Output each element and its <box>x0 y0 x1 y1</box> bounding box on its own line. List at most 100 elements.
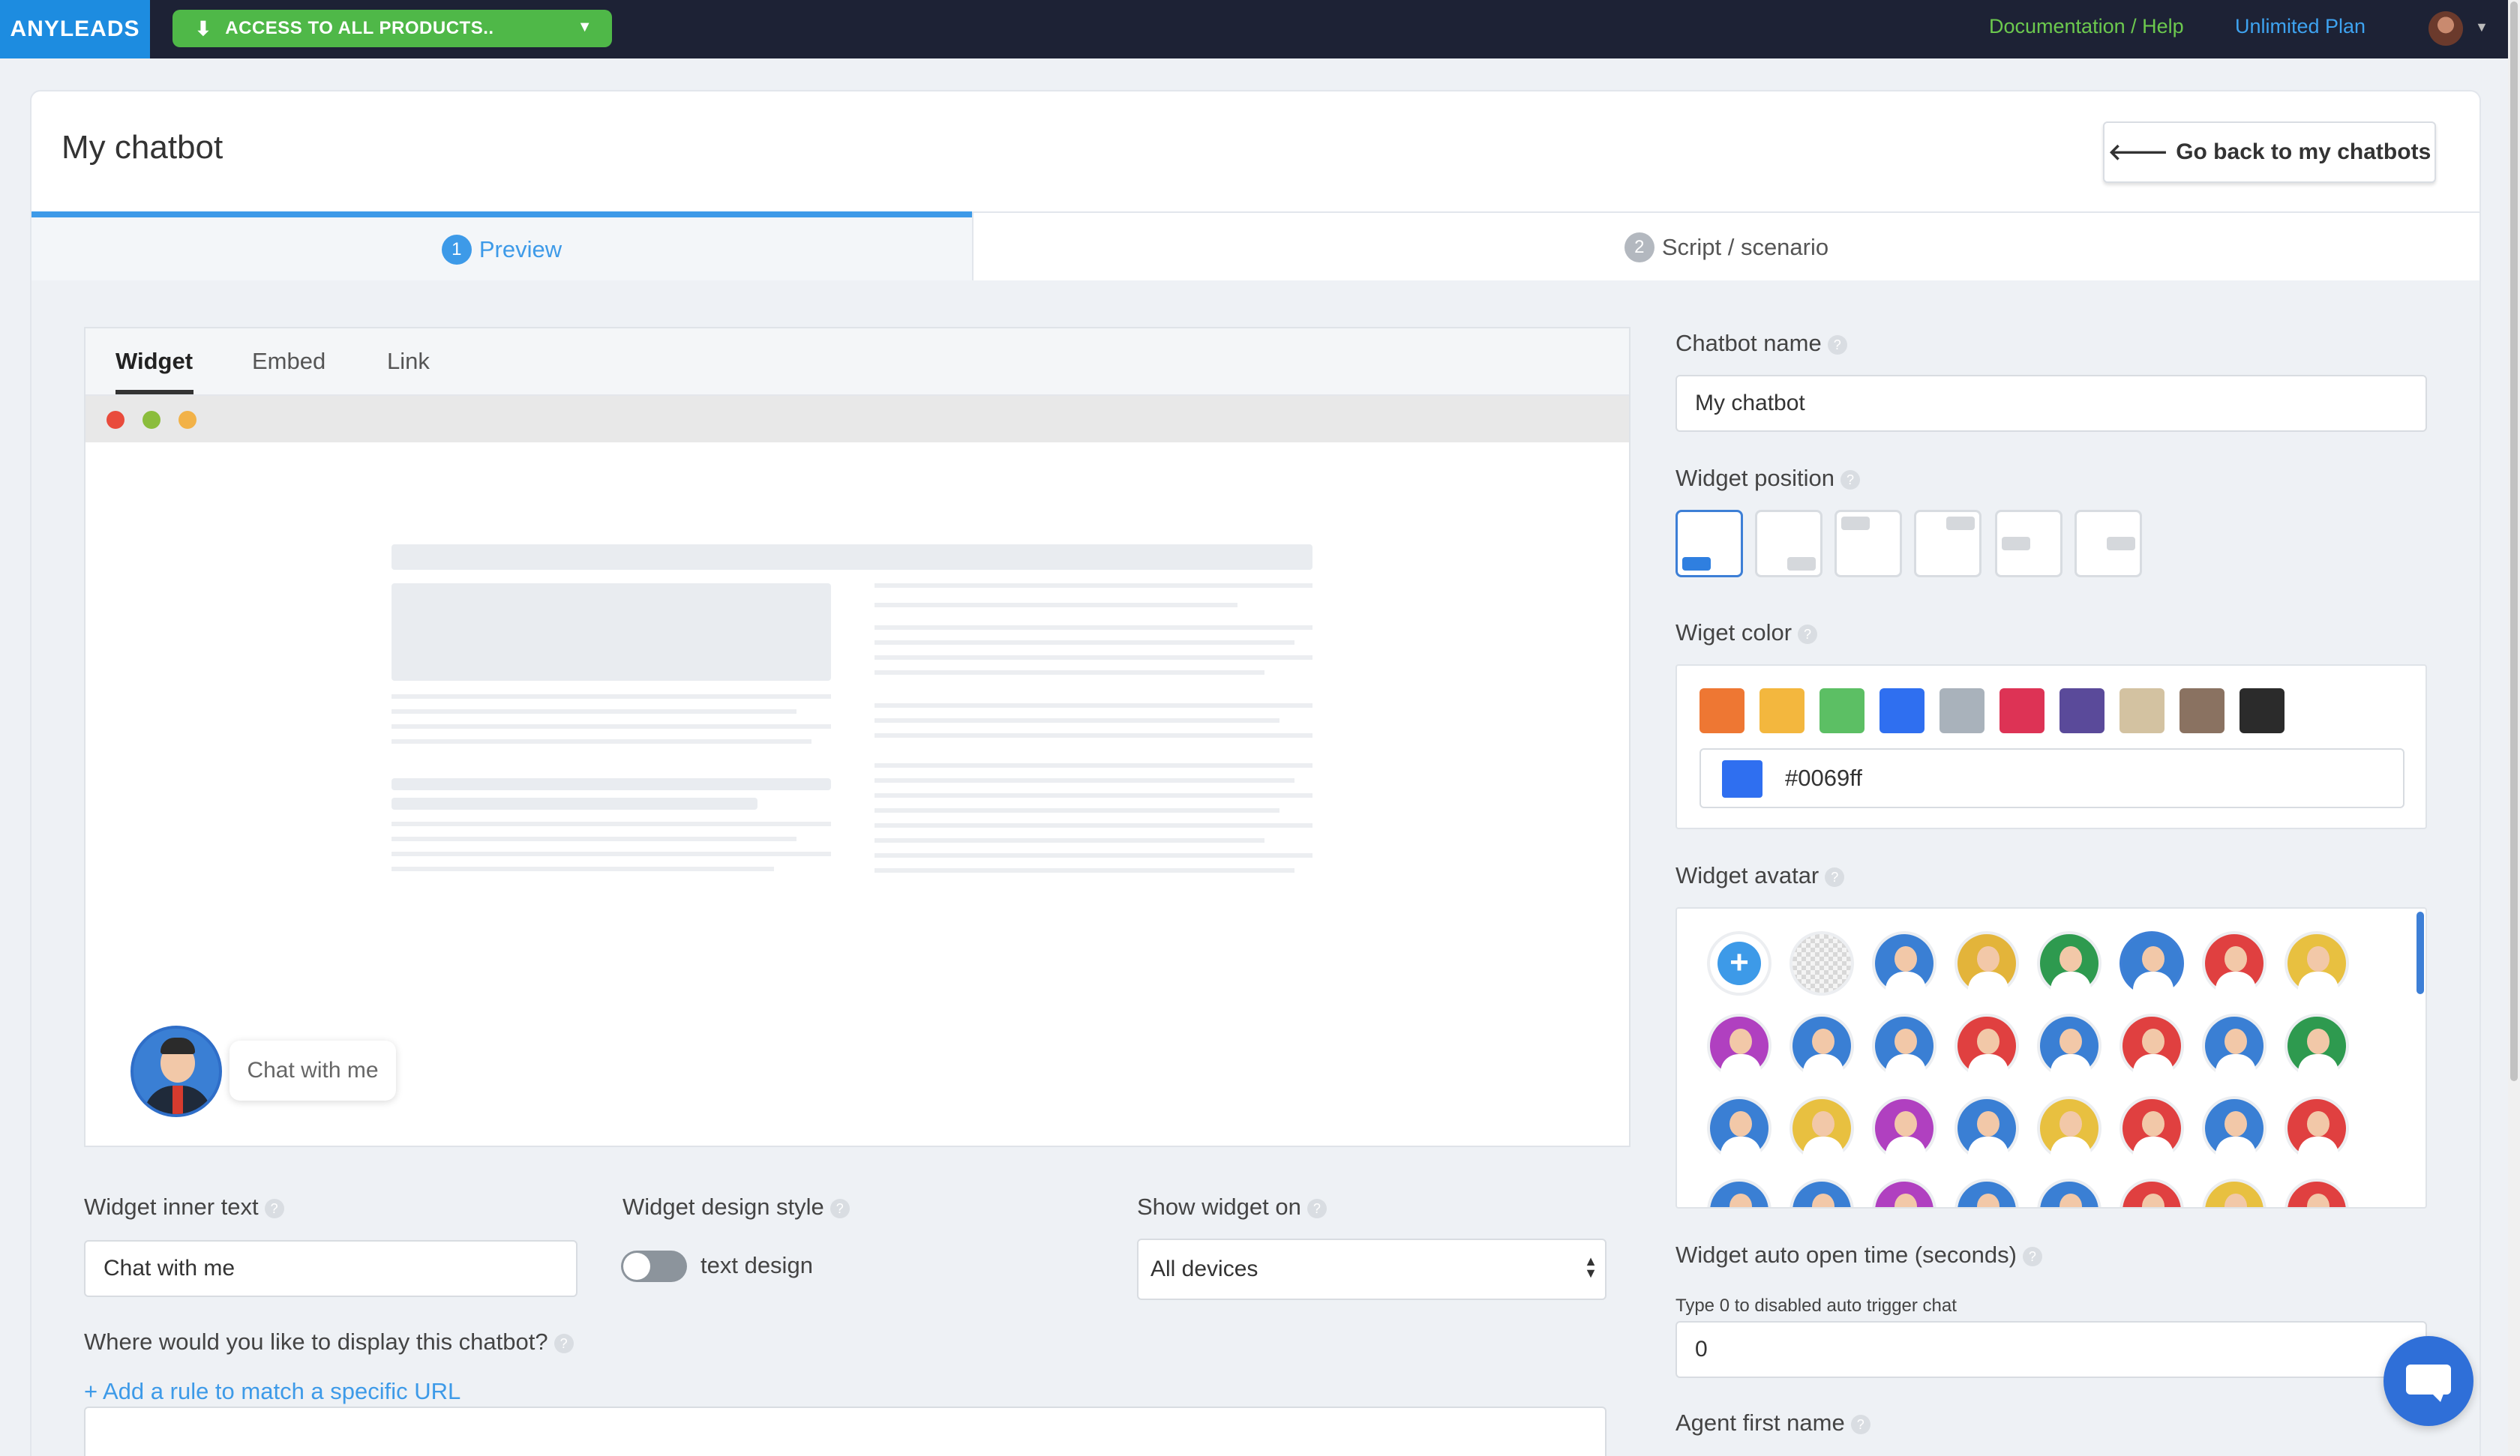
avatar-option[interactable] <box>1872 931 1936 1002</box>
position-bottom-left[interactable] <box>1676 510 1743 577</box>
page-title: My chatbot <box>62 129 224 166</box>
avatar-option[interactable] <box>2037 931 2102 1002</box>
add-avatar-button[interactable]: + <box>1707 931 1772 996</box>
avatar-option[interactable] <box>1790 1096 1854 1167</box>
position-middle-right[interactable] <box>2074 510 2142 577</box>
plan-link[interactable]: Unlimited Plan <box>2235 15 2366 38</box>
chat-widget-avatar[interactable] <box>130 1026 222 1117</box>
avatar-face <box>1977 1111 2000 1137</box>
auto-open-input[interactable]: 0 <box>1676 1321 2427 1378</box>
avatar-option[interactable] <box>2202 1096 2266 1167</box>
position-top-right[interactable] <box>1914 510 1982 577</box>
color-swatch[interactable] <box>1760 688 1804 733</box>
top-bar: ANYLEADS ⬇ ACCESS TO ALL PRODUCTS.. ▼ Do… <box>0 0 2520 58</box>
avatar-option-selected[interactable] <box>2120 931 2184 1002</box>
tab-preview[interactable]: 1 Preview <box>32 211 972 282</box>
avatar-option[interactable] <box>2037 1096 2102 1167</box>
avatar-option[interactable] <box>2037 1014 2102 1084</box>
avatar-option[interactable] <box>2202 1014 2266 1084</box>
anyleads-logo[interactable]: ANYLEADS <box>0 0 150 58</box>
page-scrollbar[interactable] <box>2508 0 2520 1456</box>
url-rules-box[interactable] <box>84 1407 1606 1456</box>
color-swatch[interactable] <box>2120 688 2164 733</box>
subtab-link[interactable]: Link <box>387 348 430 375</box>
mock-line <box>874 583 1312 588</box>
position-top-left[interactable] <box>1834 510 1902 577</box>
mock-line <box>874 808 1280 813</box>
position-marker <box>1787 557 1816 571</box>
mock-line <box>392 822 831 826</box>
avatar-option[interactable] <box>1790 1014 1854 1084</box>
tab-script-scenario[interactable]: 2 Script / scenario <box>972 213 2480 282</box>
avatar-option[interactable] <box>1954 1096 2019 1167</box>
page-scrollbar-thumb[interactable] <box>2510 1 2518 1081</box>
avatar-option[interactable] <box>2037 1179 2102 1207</box>
avatar-option[interactable] <box>2120 1179 2184 1207</box>
color-swatch[interactable] <box>2240 688 2284 733</box>
avatar-option[interactable] <box>1707 1014 1772 1084</box>
subtab-embed[interactable]: Embed <box>252 348 326 375</box>
add-url-rule-link[interactable]: + Add a rule to match a specific URL <box>84 1378 460 1405</box>
avatar-option[interactable] <box>1872 1096 1936 1167</box>
avatar-option[interactable] <box>2202 931 2266 1002</box>
avatar-option[interactable] <box>1954 1014 2019 1084</box>
avatar-body <box>2216 1054 2256 1084</box>
avatar-option[interactable] <box>1954 1179 2019 1207</box>
position-middle-left[interactable] <box>1995 510 2062 577</box>
avatar-scrollbar[interactable] <box>2416 912 2424 994</box>
user-menu-chevron-icon[interactable]: ▼ <box>2475 19 2488 35</box>
help-icon[interactable]: ? <box>1798 624 1818 644</box>
avatar-option[interactable] <box>1954 931 2019 1002</box>
color-swatch[interactable] <box>1940 688 1984 733</box>
color-swatch[interactable] <box>2060 688 2104 733</box>
color-swatch[interactable] <box>1880 688 1924 733</box>
help-icon[interactable]: ? <box>554 1333 574 1353</box>
avatar-option[interactable] <box>2202 1179 2266 1207</box>
label-text: Widget auto open time (seconds) <box>1676 1242 2017 1268</box>
help-icon[interactable]: ? <box>264 1198 284 1218</box>
mock-image-block <box>392 583 831 681</box>
help-icon[interactable]: ? <box>2022 1246 2042 1266</box>
avatar-option[interactable] <box>2284 1096 2349 1167</box>
avatar-option[interactable] <box>2120 1014 2184 1084</box>
color-swatch[interactable] <box>2180 688 2224 733</box>
help-icon[interactable]: ? <box>830 1198 850 1218</box>
avatar-option[interactable] <box>1707 1096 1772 1167</box>
chat-widget-bubble[interactable]: Chat with me <box>230 1041 396 1101</box>
avatar-option[interactable] <box>1872 1014 1936 1084</box>
no-avatar-option[interactable] <box>1790 931 1854 996</box>
avatar-option[interactable] <box>2120 1096 2184 1167</box>
chat-launcher-button[interactable] <box>2384 1336 2474 1426</box>
inner-text-input[interactable]: Chat with me <box>84 1240 578 1297</box>
access-all-products-button[interactable]: ⬇ ACCESS TO ALL PRODUCTS.. ▼ <box>172 10 612 47</box>
avatar-option[interactable] <box>2284 931 2349 1002</box>
avatar-option[interactable] <box>2284 1179 2349 1207</box>
design-style-toggle[interactable] <box>621 1251 687 1282</box>
position-bottom-right[interactable] <box>1755 510 1822 577</box>
documentation-link[interactable]: Documentation / Help <box>1989 15 2184 38</box>
step-number: 1 <box>441 235 472 265</box>
color-swatch[interactable] <box>2000 688 2044 733</box>
help-icon[interactable]: ? <box>1827 334 1847 355</box>
avatar-option[interactable] <box>2284 1014 2349 1084</box>
user-avatar[interactable] <box>2428 11 2463 46</box>
mock-header-block <box>392 544 1312 570</box>
avatar-option[interactable] <box>1707 1179 1772 1207</box>
avatar-option[interactable] <box>1872 1179 1936 1207</box>
widget-avatar-label: Widget avatar? <box>1676 862 1845 889</box>
label-text: Wiget color <box>1676 619 1792 646</box>
color-swatch[interactable] <box>1700 688 1744 733</box>
color-swatch[interactable] <box>1820 688 1864 733</box>
help-icon[interactable]: ? <box>1840 469 1860 490</box>
avatar-option[interactable] <box>1790 1179 1854 1207</box>
help-icon[interactable]: ? <box>1825 867 1845 887</box>
help-icon[interactable]: ? <box>1850 1414 1870 1434</box>
hex-color-input[interactable]: #0069ff <box>1700 748 2404 808</box>
go-back-button[interactable]: 🡐 Go back to my chatbots <box>2103 121 2436 183</box>
help-icon[interactable]: ? <box>1306 1198 1327 1218</box>
show-widget-on-select[interactable]: All devices ▲ ▼ <box>1137 1239 1606 1300</box>
download-icon: ⬇ <box>195 16 212 40</box>
avatar-picker-panel: + <box>1676 907 2427 1209</box>
subtab-widget[interactable]: Widget <box>116 348 193 375</box>
chatbot-name-input[interactable]: My chatbot <box>1676 375 2427 432</box>
